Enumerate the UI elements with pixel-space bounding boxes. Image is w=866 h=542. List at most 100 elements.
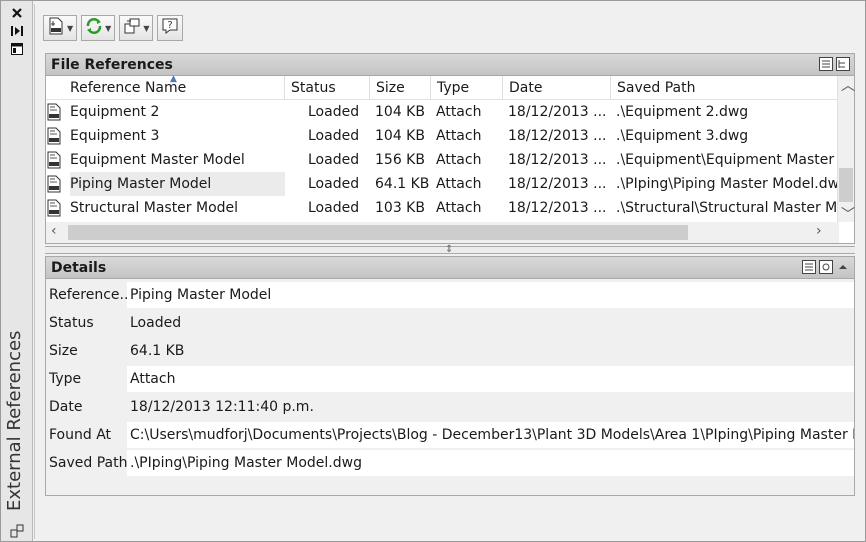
external-references-palette: External References ▼ ▼ ▼ ? File Referen… xyxy=(0,0,866,542)
horizontal-scroll-thumb[interactable] xyxy=(68,225,688,240)
detail-value[interactable]: Piping Master Model xyxy=(127,282,854,308)
column-header-type[interactable]: Type xyxy=(431,76,503,100)
column-header-size[interactable]: Size xyxy=(370,76,431,100)
collapse-panel-icon[interactable] xyxy=(836,260,850,278)
cell-date: 18/12/2013 ... xyxy=(508,104,607,120)
column-header-date[interactable]: Date xyxy=(503,76,611,100)
detail-row: Saved Path .\PIping\Piping Master Model.d… xyxy=(46,449,854,477)
chevron-down-icon[interactable]: ▼ xyxy=(143,24,149,33)
file-references-panel: File References Reference Name ▲ Status … xyxy=(45,53,855,244)
cell-size: 156 KB xyxy=(375,152,425,168)
detail-value[interactable]: 18/12/2013 12:11:40 p.m. xyxy=(127,394,854,420)
detail-label: Status xyxy=(49,315,94,331)
cell-status: Loaded xyxy=(308,152,360,168)
palette-side-strip: External References xyxy=(1,1,33,541)
list-view-icon[interactable] xyxy=(819,57,833,75)
attach-dwg-button[interactable]: ▼ xyxy=(43,15,78,41)
cell-type: Attach xyxy=(436,128,482,144)
xref-manager-icon[interactable] xyxy=(9,523,25,539)
change-path-icon xyxy=(123,17,141,39)
scroll-right-icon[interactable]: › xyxy=(816,223,822,239)
splitter-grip-icon[interactable]: ⇕ xyxy=(445,244,453,255)
cell-saved-path: .\PIping\Piping Master Model.dw xyxy=(616,176,839,192)
cell-size: 103 KB xyxy=(375,200,425,216)
table-row[interactable]: Equipment Master Model Loaded 156 KB Attach… xyxy=(46,148,839,172)
table-row[interactable]: Equipment 2 Loaded 104 KB Attach 18/12/2013 … xyxy=(46,100,839,124)
help-button[interactable]: ? xyxy=(157,15,184,41)
table-row[interactable]: Structural Master Model Loaded 103 KB Attac… xyxy=(46,196,839,220)
detail-label: Size xyxy=(49,343,78,359)
detail-label: Type xyxy=(49,371,82,387)
cell-saved-path: .\Equipment 2.dwg xyxy=(616,104,749,120)
cell-status: Loaded xyxy=(308,200,360,216)
horizontal-scrollbar[interactable]: ‹ › xyxy=(46,222,839,243)
panel-splitter[interactable]: ⇕ xyxy=(45,244,855,255)
preview-view-icon[interactable] xyxy=(819,260,833,278)
cell-reference-name: Equipment Master Model xyxy=(70,152,245,168)
cell-size: 104 KB xyxy=(375,128,425,144)
help-icon: ? xyxy=(161,17,179,39)
details-header: Details xyxy=(46,257,854,279)
cell-saved-path: .\Structural\Structural Master Mo xyxy=(616,200,839,216)
svg-text:?: ? xyxy=(168,20,173,31)
detail-row: Size 64.1 KB xyxy=(46,337,854,365)
details-view-icon[interactable] xyxy=(802,260,816,278)
cell-reference-name: Piping Master Model xyxy=(70,172,285,196)
detail-value[interactable]: .\PIping\Piping Master Model.dwg xyxy=(127,450,854,476)
detail-value[interactable]: C:\Users\mudforj\Documents\Projects\Blog… xyxy=(127,422,854,448)
detail-row: Date 18/12/2013 12:11:40 p.m. xyxy=(46,393,854,421)
vertical-scrollbar[interactable]: ︿ ﹀ xyxy=(837,75,855,224)
chevron-down-icon[interactable]: ▼ xyxy=(67,24,73,33)
column-headers: Reference Name ▲ Status Size Type Date S… xyxy=(46,74,839,100)
dwg-file-icon xyxy=(46,151,64,169)
detail-value[interactable]: Loaded xyxy=(127,310,854,336)
cell-status: Loaded xyxy=(308,176,360,192)
detail-row: Type Attach xyxy=(46,365,854,393)
palette-title: External References xyxy=(4,330,25,511)
cell-type: Attach xyxy=(436,176,482,192)
cell-status: Loaded xyxy=(308,104,360,120)
detail-value[interactable]: 64.1 KB xyxy=(127,338,854,364)
cell-date: 18/12/2013 ... xyxy=(508,152,607,168)
scroll-up-icon[interactable]: ︿ xyxy=(841,75,855,95)
file-reference-list: Equipment 2 Loaded 104 KB Attach 18/12/2013 … xyxy=(46,100,839,222)
cell-size: 64.1 KB xyxy=(375,176,430,192)
tree-view-icon[interactable] xyxy=(836,57,850,75)
refresh-button[interactable]: ▼ xyxy=(81,15,116,41)
dwg-file-icon xyxy=(46,103,64,121)
column-header-status[interactable]: Status xyxy=(285,76,370,100)
detail-label: Date xyxy=(49,399,83,415)
attach-dwg-icon xyxy=(47,17,65,39)
cell-reference-name: Equipment 2 xyxy=(70,104,160,120)
table-row[interactable]: Equipment 3 Loaded 104 KB Attach 18/12/2013 … xyxy=(46,124,839,148)
chevron-down-icon[interactable]: ▼ xyxy=(105,24,111,33)
vertical-scroll-thumb[interactable] xyxy=(839,168,853,202)
close-icon[interactable] xyxy=(9,5,25,21)
change-path-button[interactable]: ▼ xyxy=(119,15,154,41)
cell-type: Attach xyxy=(436,104,482,120)
refresh-icon xyxy=(85,17,103,39)
detail-label: Reference... xyxy=(49,287,129,303)
dwg-file-icon xyxy=(46,127,64,145)
file-references-title: File References xyxy=(51,57,173,73)
file-references-header: File References xyxy=(46,54,854,76)
scroll-down-icon[interactable]: ﹀ xyxy=(841,204,855,224)
column-header-saved-path[interactable]: Saved Path xyxy=(611,76,839,100)
cell-date: 18/12/2013 ... xyxy=(508,176,607,192)
scroll-left-icon[interactable]: ‹ xyxy=(51,223,57,239)
details-title: Details xyxy=(51,260,107,276)
dwg-file-icon xyxy=(46,199,64,217)
properties-menu-icon[interactable] xyxy=(9,41,25,57)
palette-main: ▼ ▼ ▼ ? File References Reference Name ▲… xyxy=(34,4,864,539)
detail-value[interactable]: Attach xyxy=(127,366,854,392)
cell-status: Loaded xyxy=(308,128,360,144)
cell-type: Attach xyxy=(436,152,482,168)
table-row[interactable]: Piping Master Model Loaded 64.1 KB Attach 18… xyxy=(46,172,839,196)
auto-hide-icon[interactable] xyxy=(9,23,25,39)
detail-label: Saved Path xyxy=(49,455,128,471)
dwg-file-icon xyxy=(46,175,64,193)
detail-row: Status Loaded xyxy=(46,309,854,337)
cell-date: 18/12/2013 ... xyxy=(508,128,607,144)
toolbar: ▼ ▼ ▼ ? xyxy=(43,15,184,43)
details-panel: Details Reference... Piping Master Model S… xyxy=(45,256,855,496)
